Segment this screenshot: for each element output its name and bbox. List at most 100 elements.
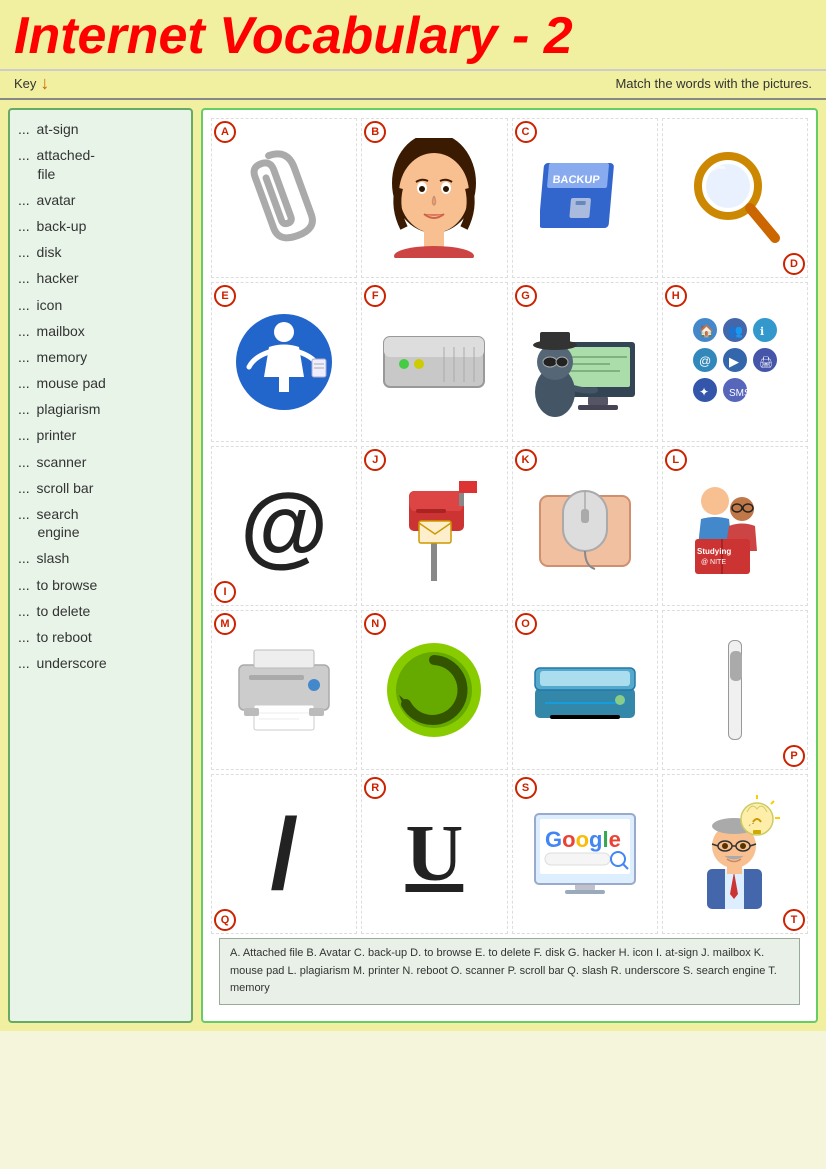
caption-text: A. Attached file B. Avatar C. back-up D.… — [230, 947, 777, 994]
memory-icon-container — [663, 775, 807, 933]
vocab-item-searchengine: ... search engine — [18, 505, 183, 541]
label-H: H — [665, 285, 687, 307]
plagiarism-icon-container: Studying @ NITE — [663, 447, 807, 605]
icon-grid-svg: 🏠 👥 ℹ @ ▶ 🖨 ✦ — [690, 315, 780, 410]
svg-text:✦: ✦ — [699, 385, 709, 399]
cell-I: I @ — [211, 446, 357, 606]
svg-text:🖨: 🖨 — [759, 356, 773, 369]
vocab-item-disk: ... disk — [18, 243, 183, 261]
at-sign-char: @ — [240, 475, 328, 578]
scrollbar-visual — [728, 640, 742, 740]
cell-D: D — [662, 118, 808, 278]
disk-icon-container — [362, 283, 506, 441]
backup-icon-container: BACKUP — [513, 119, 657, 277]
printer-icon-container — [212, 611, 356, 769]
vocab-item-backup: ... back-up — [18, 217, 183, 235]
vocab-item-icon: ... icon — [18, 296, 183, 314]
vocab-item-hacker: ... hacker — [18, 269, 183, 287]
key-area: Key ↓ — [14, 73, 49, 94]
vocab-item-mailbox: ... mailbox — [18, 322, 183, 340]
slash-icon-container: / — [212, 775, 356, 933]
icon-grid-container: 🏠 👥 ℹ @ ▶ 🖨 ✦ — [663, 283, 807, 441]
avatar-svg — [384, 138, 484, 258]
cell-K: K — [512, 446, 658, 606]
cell-G: G — [512, 282, 658, 442]
caption-bar: A. Attached file B. Avatar C. back-up D.… — [219, 938, 800, 1005]
delete-icon-container — [212, 283, 356, 441]
underline-u-char: U — [405, 809, 463, 900]
vocab-item-underscore: ... underscore — [18, 654, 183, 672]
hacker-icon-container — [513, 283, 657, 441]
reboot-icon-container — [362, 611, 506, 769]
cell-N: N — [361, 610, 507, 770]
vocab-item-reboot: ... to reboot — [18, 628, 183, 646]
avatar-icon-container — [362, 119, 506, 277]
disk-svg — [379, 327, 489, 397]
label-O: O — [515, 613, 537, 635]
mousepad-svg — [535, 481, 635, 571]
printer-svg — [229, 640, 339, 740]
vocab-item-attached-file: ... attached- file — [18, 146, 183, 182]
vocab-item-memory: ... memory — [18, 348, 183, 366]
svg-text:▶: ▶ — [729, 354, 739, 369]
vocab-item-at-sign: ... at-sign — [18, 120, 183, 138]
cell-O: O — [512, 610, 658, 770]
label-L: L — [665, 449, 687, 471]
cell-S: S Google — [512, 774, 658, 934]
image-grid: A B — [211, 118, 808, 934]
sub-header: Key ↓ Match the words with the pictures. — [0, 71, 826, 100]
key-arrow-icon: ↓ — [40, 73, 49, 94]
svg-text:@ NITE: @ NITE — [701, 559, 726, 566]
scanner-svg — [530, 653, 640, 728]
cell-L: L Studying @ NITE — [662, 446, 808, 606]
svg-text:Studying: Studying — [697, 547, 731, 556]
label-C: C — [515, 121, 537, 143]
main-content: ... at-sign ... attached- file ... avata… — [0, 100, 826, 1031]
mailbox-icon-container — [362, 447, 506, 605]
scrollbar-icon-container — [663, 611, 807, 769]
cell-R: R U — [361, 774, 507, 934]
cell-J: J — [361, 446, 507, 606]
label-K: K — [515, 449, 537, 471]
magnify-svg — [690, 148, 780, 248]
paperclip-svg — [244, 143, 324, 253]
svg-text:🏠: 🏠 — [699, 324, 714, 338]
cell-B: B — [361, 118, 507, 278]
scanner-icon-container — [513, 611, 657, 769]
cell-F: F — [361, 282, 507, 442]
vocab-item-slash: ... slash — [18, 549, 183, 567]
vocab-item-avatar: ... avatar — [18, 191, 183, 209]
vocab-list: ... at-sign ... attached- file ... avata… — [8, 108, 193, 1023]
cell-P: P — [662, 610, 808, 770]
vocab-item-scanner: ... scanner — [18, 453, 183, 471]
match-instruction: Match the words with the pictures. — [615, 76, 812, 91]
mailbox-svg — [389, 471, 479, 581]
memory-svg — [687, 794, 782, 914]
browse-icon-container — [663, 119, 807, 277]
vocab-item-browse: ... to browse — [18, 576, 183, 594]
svg-text:ℹ: ℹ — [760, 326, 764, 338]
vocab-item-delete: ... to delete — [18, 602, 183, 620]
plagiarism-svg: Studying @ NITE — [687, 471, 782, 581]
svg-text:BACKUP: BACKUP — [552, 174, 600, 186]
svg-text:SMS: SMS — [729, 388, 751, 399]
delete-svg — [234, 307, 334, 417]
svg-text:👥: 👥 — [728, 324, 743, 338]
atsign-icon-container: @ — [212, 447, 356, 605]
cell-T: T — [662, 774, 808, 934]
cell-M: M — [211, 610, 357, 770]
searchengine-icon-container: Google — [513, 775, 657, 933]
searchengine-svg: Google — [530, 809, 640, 899]
vocab-item-mousepad: ... mouse pad — [18, 374, 183, 392]
paperclip-icon-container — [212, 119, 356, 277]
slash-char: / — [270, 797, 298, 912]
title-bar: Internet Vocabulary - 2 — [0, 0, 826, 71]
scrollbar-thumb — [730, 651, 742, 681]
picture-area: A B — [201, 108, 818, 1023]
cell-H: H 🏠 👥 ℹ @ ▶ — [662, 282, 808, 442]
key-label: Key — [14, 76, 36, 91]
underscore-icon-container: U — [362, 775, 506, 933]
label-G: G — [515, 285, 537, 307]
vocab-item-scrollbar: ... scroll bar — [18, 479, 183, 497]
mousepad-icon-container — [513, 447, 657, 605]
